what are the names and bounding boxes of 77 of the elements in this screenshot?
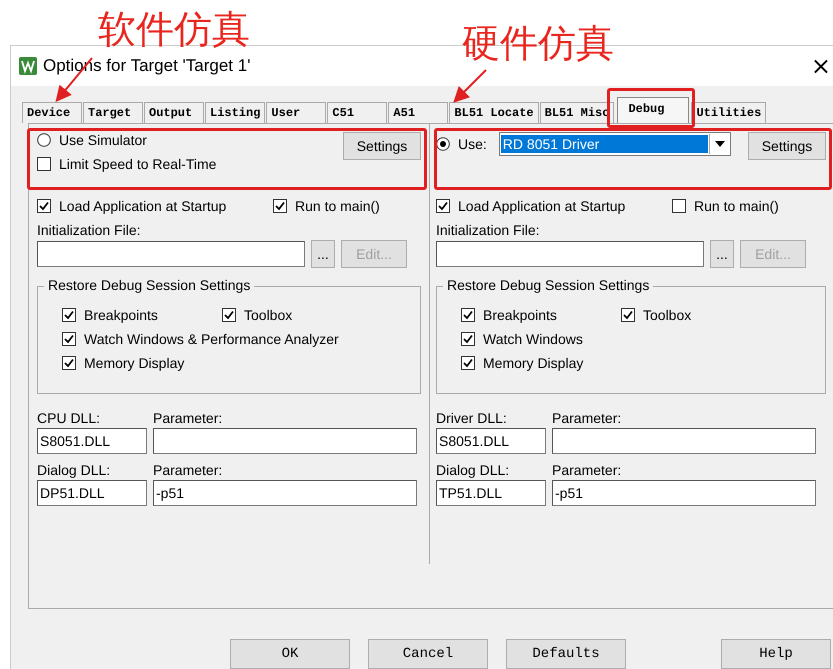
checkbox[interactable] [62,308,76,322]
tab[interactable]: BL51 Locate [449,102,539,123]
radio-label: Use Simulator [59,132,147,148]
checkbox[interactable] [37,198,51,213]
dialog-button[interactable]: OK [230,639,350,669]
checkbox[interactable] [62,356,76,370]
tab[interactable]: Output [144,102,204,123]
browse-button[interactable]: ... [710,240,734,268]
field-label: Parameter: [153,460,224,480]
group-title: Restore Debug Session Settings [443,276,654,293]
dialog-button[interactable]: Cancel [368,639,488,669]
settings-button[interactable]: Settings [343,132,421,160]
dialog-button[interactable]: Defaults [506,639,626,669]
tab[interactable]: BL51 Misc [540,102,614,123]
checkbox-label: Run to main() [295,198,380,214]
dll-field[interactable]: S8051.DLL [37,428,147,454]
checkbox-label: Watch Windows [483,330,583,347]
tab[interactable]: C51 [327,102,388,123]
close-button[interactable]: × [810,52,833,80]
annotation-label: 硬件仿真 [462,24,614,62]
tab[interactable]: User [266,102,326,123]
field-label: Parameter: [552,460,622,480]
tab[interactable]: Device [22,102,82,123]
checkbox-label: Load Application at Startup [59,198,226,214]
settings-button[interactable]: Settings [748,132,826,160]
field-label: Initialization File: [436,220,540,240]
radio-button[interactable] [37,132,51,147]
dialog-button[interactable]: Help [721,639,831,669]
checkbox-label: Run to main() [694,198,779,214]
field-label: Initialization File: [37,220,142,240]
checkbox-label: Limit Speed to Real-Time [59,156,216,172]
radio-button[interactable] [436,136,450,151]
tab[interactable]: Listing [205,102,266,123]
field-label: Dialog DLL: [436,460,510,480]
checkbox[interactable] [672,198,686,213]
init-file-field[interactable] [37,240,305,267]
field-label: Driver DLL: [436,408,508,428]
checkbox[interactable] [621,308,635,322]
checkbox-label: Toolbox [244,306,292,323]
driver-dropdown[interactable]: RD 8051 Driver [498,132,731,156]
checkbox-label: Toolbox [643,306,692,323]
field-label: Dialog DLL: [37,460,112,480]
checkbox-label: Watch Windows & Performance Analyzer [84,330,339,347]
checkbox-label: Breakpoints [84,306,158,323]
parameter-field[interactable]: -p51 [153,480,417,506]
parameter-field[interactable] [552,428,816,454]
checkbox[interactable] [436,198,450,213]
checkbox[interactable] [461,356,475,370]
app-icon [19,56,37,75]
tab[interactable]: Debug [617,96,690,123]
annotation-arrow [453,69,487,103]
checkbox-label: Memory Display [483,354,584,371]
checkbox-label: Load Application at Startup [458,198,626,214]
group-title: Restore Debug Session Settings [44,276,254,293]
tab[interactable]: A51 [388,102,448,123]
checkbox-label: Memory Display [84,354,184,371]
checkbox[interactable] [222,308,236,322]
annotation-label: 软件仿真 [98,10,250,48]
field-label: Parameter: [552,408,622,428]
dll-field[interactable]: DP51.DLL [37,480,147,506]
tab[interactable]: Target [83,102,143,123]
browse-button[interactable]: ... [311,240,335,268]
checkbox[interactable] [461,332,475,346]
checkbox[interactable] [62,332,76,346]
field-label: CPU DLL: [37,408,102,428]
checkbox[interactable] [37,156,51,171]
radio-label: Use: [458,136,487,152]
dll-field[interactable]: S8051.DLL [436,428,546,454]
field-label: Parameter: [153,408,224,428]
init-file-field[interactable] [436,240,704,267]
tab[interactable]: Utilities [691,102,766,123]
checkbox[interactable] [461,308,475,322]
parameter-field[interactable] [153,428,417,454]
checkbox[interactable] [273,198,287,213]
dll-field[interactable]: TP51.DLL [436,480,546,506]
checkbox-label: Breakpoints [483,306,557,323]
parameter-field[interactable]: -p51 [552,480,816,506]
